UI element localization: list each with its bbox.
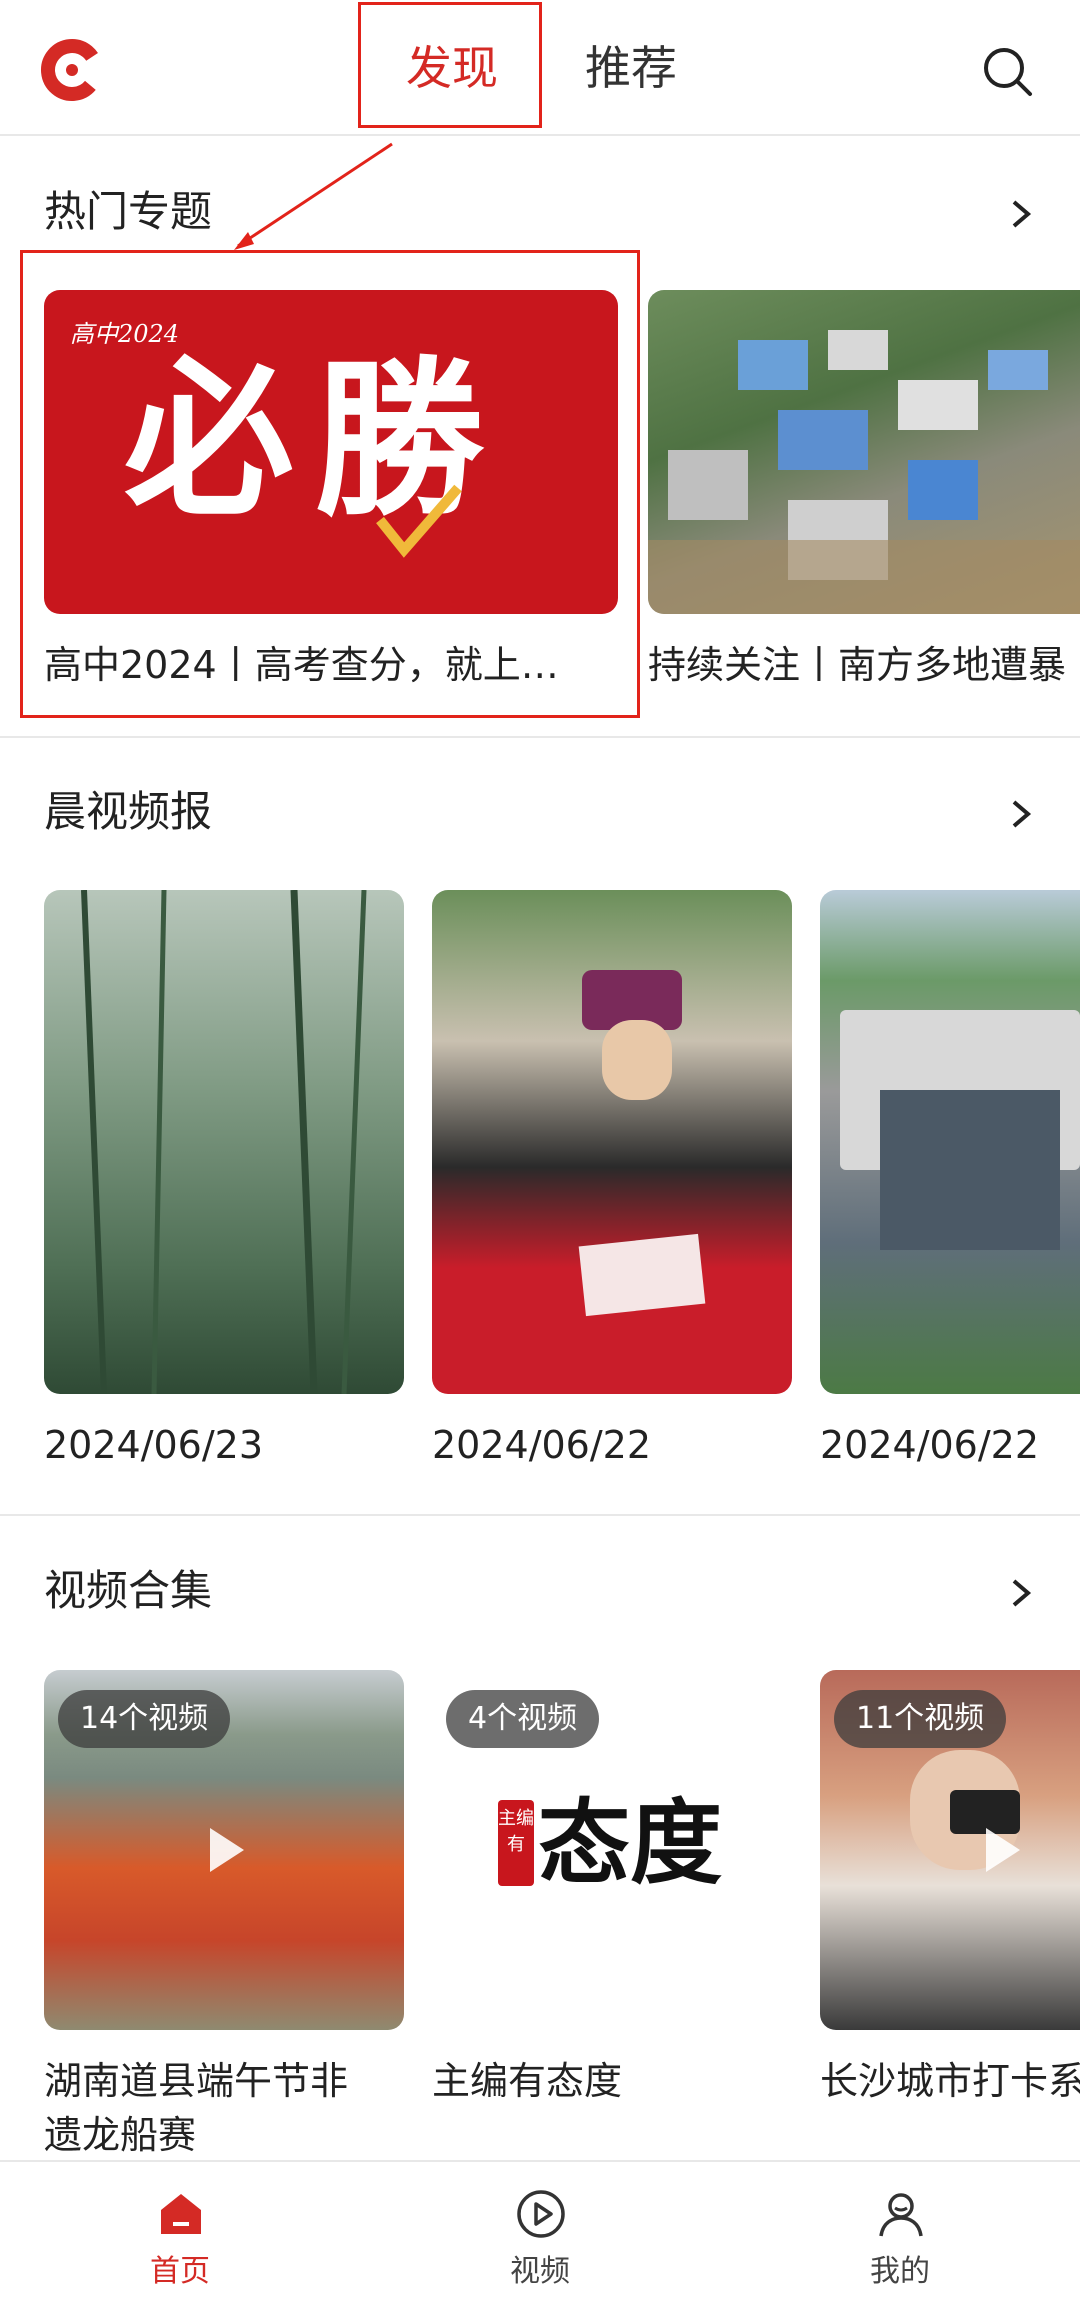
collection-caption-1[interactable]: 湖南道县端午节非 xyxy=(44,2056,404,2106)
home-icon xyxy=(161,2194,201,2234)
search-icon[interactable] xyxy=(980,44,1034,98)
morning-video-thumb-2[interactable] xyxy=(432,890,792,1394)
annotation-box-discover-tab xyxy=(358,2,542,128)
app-logo-icon xyxy=(41,39,103,101)
morning-video-date-3: 2024/06/22 xyxy=(820,1423,1040,1467)
building-glass-shape xyxy=(880,1090,1060,1250)
hot-topic-card-caption-2[interactable]: 持续关注丨南方多地遭暴 xyxy=(648,640,1080,690)
morning-video-more-chevron-icon[interactable] xyxy=(1006,794,1036,834)
annotation-arrow xyxy=(234,142,393,250)
collection-thumb-3[interactable]: 11个视频 xyxy=(820,1670,1080,2030)
tab-recommend[interactable]: 推荐 xyxy=(585,40,677,96)
nav-item-profile[interactable]: 我的 xyxy=(720,2162,1080,2303)
nav-label-profile: 我的 xyxy=(870,2254,930,2289)
nav-item-video[interactable]: 视频 xyxy=(360,2162,720,2303)
flooded-village-image xyxy=(648,330,1080,614)
nav-item-home[interactable]: 首页 xyxy=(0,2162,360,2303)
hot-topic-card-caption-1[interactable]: 高中2024丨高考查分，就上… xyxy=(44,640,624,690)
video-count-badge: 11个视频 xyxy=(834,1690,1007,1748)
morning-video-thumb-3[interactable] xyxy=(820,890,1080,1394)
play-icon xyxy=(210,1828,244,1872)
bamboo-forest-image xyxy=(81,890,367,1394)
collection-caption-2[interactable]: 主编有态度 xyxy=(432,2056,792,2106)
video-count-badge: 4个视频 xyxy=(446,1690,600,1748)
video-collection-more-chevron-icon[interactable] xyxy=(1006,1573,1036,1613)
play-icon xyxy=(986,1828,1020,1872)
editor-logo-big: 态度 xyxy=(538,1789,723,1897)
bottom-navigation: 首页 视频 我的 xyxy=(0,2160,1080,2301)
hot-topic-card-image-1[interactable]: 高中2024 必勝 xyxy=(44,290,618,614)
section-divider xyxy=(0,736,1080,738)
hot-topics-more-chevron-icon[interactable] xyxy=(1006,194,1036,234)
video-collection-title: 视频合集 xyxy=(44,1566,213,1615)
nav-label-video: 视频 xyxy=(510,2254,570,2289)
section-divider xyxy=(0,1514,1080,1516)
name-card-shape xyxy=(578,1233,706,1317)
collection-caption-3[interactable]: 长沙城市打卡系 xyxy=(820,2056,1080,2106)
profile-icon xyxy=(879,2193,923,2237)
hot-topic-card-image-2[interactable] xyxy=(648,290,1080,614)
morning-video-title: 晨视频报 xyxy=(44,787,213,836)
editor-logo-small: 主编有 xyxy=(498,1800,534,1886)
collection-caption-1-line2[interactable]: 遗龙船赛 xyxy=(44,2110,404,2160)
hot-topics-title: 热门专题 xyxy=(44,187,213,236)
morning-video-date-1: 2024/06/23 xyxy=(44,1423,264,1467)
checkmark-icon xyxy=(376,484,462,558)
video-count-badge: 14个视频 xyxy=(58,1690,231,1748)
morning-video-thumb-1[interactable] xyxy=(44,890,404,1394)
video-play-icon xyxy=(517,2190,565,2238)
face-shape xyxy=(602,1020,672,1100)
morning-video-date-2: 2024/06/22 xyxy=(432,1423,652,1467)
nav-label-home: 首页 xyxy=(150,2254,210,2289)
collection-thumb-2[interactable]: 4个视频 主编有 态度 xyxy=(432,1670,792,2030)
collection-thumb-1[interactable]: 14个视频 xyxy=(44,1670,404,2030)
